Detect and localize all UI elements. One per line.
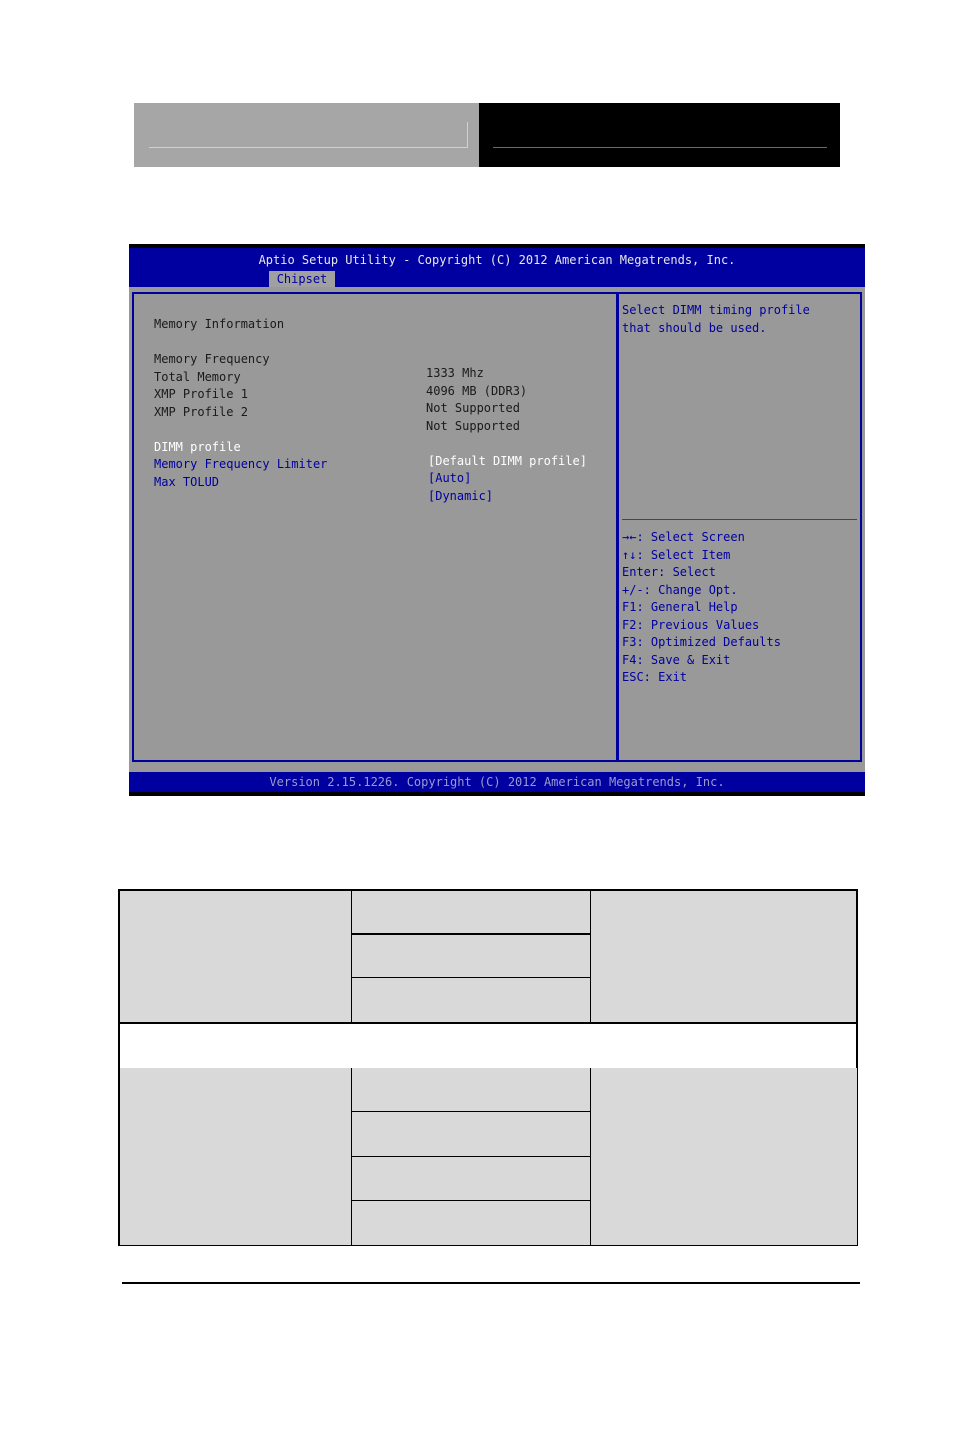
info-value: Not Supported	[426, 419, 520, 433]
help-key-enter: Enter: Select	[622, 565, 716, 579]
option-value[interactable]: [Dynamic]	[428, 489, 493, 503]
option-max-tolud[interactable]: Max TOLUD [Dynamic]	[154, 461, 493, 517]
info-value: Not Supported	[426, 401, 520, 415]
help-description-line: that should be used.	[622, 321, 767, 335]
table-group-2	[118, 1068, 858, 1246]
bios-screen: Aptio Setup Utility - Copyright (C) 2012…	[129, 244, 865, 796]
col-divider	[590, 889, 591, 1024]
help-key-select-screen: →←: Select Screen	[622, 530, 745, 544]
section-heading-label: Memory Information	[154, 317, 285, 331]
bios-version: Version 2.15.1226. Copyright (C) 2012 Am…	[269, 775, 725, 789]
help-key-f4: F4: Save & Exit	[622, 653, 731, 667]
help-key-f1: F1: General Help	[622, 600, 738, 614]
page-header-right	[479, 103, 840, 167]
help-key-select-item: ↑↓: Select Item	[622, 548, 731, 562]
header-tick	[467, 122, 468, 148]
help-key-f2: F2: Previous Values	[622, 618, 760, 632]
row-divider	[351, 1111, 591, 1112]
option-value[interactable]: [Default DIMM profile]	[428, 454, 587, 468]
col-divider	[351, 889, 352, 1024]
info-value: 4096 MB (DDR3)	[426, 384, 528, 398]
row-divider	[351, 1200, 591, 1201]
help-separator	[622, 519, 857, 520]
table-note-row	[118, 1022, 858, 1069]
tab-chipset[interactable]: Chipset	[269, 271, 335, 287]
page-header-left	[134, 103, 479, 167]
col-divider	[590, 1068, 591, 1246]
page-footer-rule	[122, 1282, 860, 1284]
header-rule-right	[493, 147, 827, 148]
help-description-line: Select DIMM timing profile	[622, 303, 810, 317]
help-key-change-opt: +/-: Change Opt.	[622, 583, 738, 597]
bios-title: Aptio Setup Utility - Copyright (C) 2012…	[258, 253, 736, 267]
bios-title-bar: Aptio Setup Utility - Copyright (C) 2012…	[129, 248, 865, 287]
info-label: XMP Profile 2	[154, 405, 248, 419]
row-divider	[351, 977, 591, 978]
table-group-1	[118, 889, 858, 1024]
info-value: 1333 Mhz	[426, 366, 484, 380]
option-value[interactable]: [Auto]	[428, 471, 471, 485]
bios-body: Memory Information Memory Frequency 1333…	[129, 287, 865, 772]
col-divider	[351, 1068, 352, 1246]
header-rule-left	[149, 147, 467, 148]
bios-footer-bar: Version 2.15.1226. Copyright (C) 2012 Am…	[129, 772, 865, 792]
help-panel: Select DIMM timing profile that should b…	[617, 292, 862, 762]
settings-panel: Memory Information Memory Frequency 1333…	[132, 292, 616, 762]
row-divider	[351, 1156, 591, 1157]
help-key-esc: ESC: Exit	[622, 670, 688, 684]
option-label: Max TOLUD	[154, 475, 220, 489]
row-divider	[351, 933, 591, 935]
help-key-f3: F3: Optimized Defaults	[622, 635, 781, 649]
